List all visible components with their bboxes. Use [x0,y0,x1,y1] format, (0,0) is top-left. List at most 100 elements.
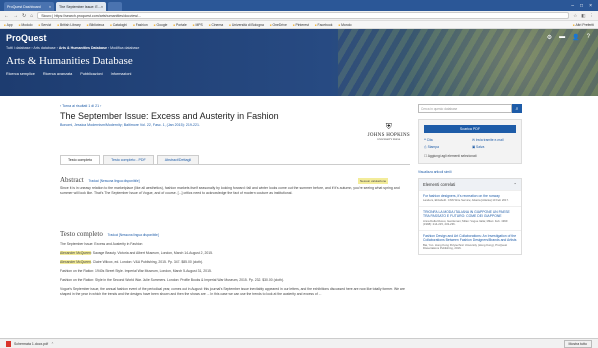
bookmark-item[interactable]: Mondo [338,23,351,27]
bookmark-item[interactable]: Fashion [133,23,148,27]
back-to-results-link[interactable]: ‹ Torna ai risultati 1 di 21 › [60,104,410,108]
bookmark-item[interactable]: Portale [173,23,187,27]
close-icon[interactable]: × [49,5,51,9]
bookmark-item[interactable]: Biblioteca [87,23,104,27]
folder-icon[interactable]: ▬ [559,34,565,41]
bookmark-item[interactable]: App [4,23,13,27]
bookmark-item[interactable]: OneDrive [270,23,287,27]
tab-label: ProQuest Dashboard [7,4,41,9]
add-to-selected-checkbox[interactable]: ☐ Aggiungi agli elementi selezionati [424,154,516,158]
bookmark-item[interactable]: Cinema [209,23,223,27]
bookmark-item[interactable]: Cataloghi [110,23,127,27]
right-sidebar: Cerca in questo database ⌕ Scarica PDF ❝… [418,104,522,255]
bookmark-item[interactable]: Facebook [315,23,333,27]
related-item: For fashion designers, it's recreation o… [419,190,521,206]
article-header: ‹ Torna ai risultati 1 di 21 › The Septe… [60,104,410,141]
highlighted-term: Alexander McQueen [60,260,91,264]
nav-about[interactable]: Informazioni [111,72,132,76]
related-item-title[interactable]: Fashion Design and Art Collaborations: A… [423,234,517,243]
download-pdf-button[interactable]: Scarica PDF [424,125,516,133]
proquest-logo[interactable]: ProQuest [6,33,47,43]
full-text-line: Alexander McQueen: Savage Beauty. Victor… [60,251,213,255]
window-controls: – □ × [571,3,598,11]
full-text-heading: Testo completo Traduci [Nessuna lingua d… [60,230,159,238]
print-button[interactable]: ⎙ Stampa [424,145,468,149]
nav-advanced-search[interactable]: Ricerca avanzata [43,72,72,76]
rating-badge[interactable]: Nessun valutazione [358,178,389,184]
other-bookmarks[interactable]: Altri Preferiti [573,23,594,27]
bookmark-item[interactable]: British Library [57,23,81,27]
search-icon[interactable]: ⌕ [512,104,522,113]
minimize-icon[interactable]: – [571,3,574,9]
tab-full-text-pdf[interactable]: Testo completo - PDF [103,155,154,164]
bookmark-item[interactable]: MPS [193,23,202,27]
database-search: Cerca in questo database ⌕ [418,104,522,113]
email-button[interactable]: ✉ Invia tramite e-mail [472,138,516,142]
breadcrumb-current: Arts & Humanities Database [58,46,107,50]
similar-articles-link[interactable]: Visualizza articoli simili [418,170,522,174]
related-item-title[interactable]: TRIONFA LA MODA ITALIANA IN GIAPPONE UN … [423,210,517,219]
browser-tab-1[interactable]: ProQuest Dashboard × [4,2,54,11]
bookmark-item[interactable]: Pinterest [293,23,309,27]
abstract-heading: Abstract Traduci [Nessuna lingua disponi… [60,176,140,184]
star-icon[interactable]: ☆ [573,13,577,19]
search-nav: Ricerca semplice Ricerca avanzata Pubbli… [6,72,131,76]
extension-icon[interactable]: ◧ [581,13,585,19]
reload-icon[interactable]: ↻ [22,13,26,19]
search-input[interactable]: Cerca in questo database [418,104,512,113]
browser-tabbar: ProQuest Dashboard × The September Issue:… [0,0,598,11]
close-icon[interactable]: × [101,5,103,9]
download-bar: Schermata 1.docx.pdf ⌃ Mostra tutto [0,338,598,348]
article-byline[interactable]: Bonomi, Jessica Modernism/Modernity; Bal… [60,123,410,127]
forward-icon[interactable]: → [13,13,18,19]
related-items-header[interactable]: Elementi correlati ⌃ [419,179,521,190]
bookmark-item[interactable]: Università di Bologna [229,23,264,27]
maximize-icon[interactable]: □ [580,3,583,9]
database-title: Arts & Humanities Database [6,55,133,67]
show-all-downloads-button[interactable]: Mostra tutto [563,339,592,348]
menu-icon[interactable]: ⋮ [590,13,595,19]
close-window-icon[interactable]: × [589,3,592,9]
publisher-sub: UNIVERSITY PRESS [377,138,401,141]
bookmark-item[interactable]: Google [154,23,167,27]
download-filename: Schermata 1.docx.pdf [14,341,49,346]
related-heading: Elementi correlati [423,182,456,187]
cite-button[interactable]: ❝ Cita [424,138,468,142]
url-field[interactable]: Sicuro | https://search.proquest.com/art… [37,12,570,19]
nav-publications[interactable]: Pubblicazioni [80,72,102,76]
translate-abstract-link[interactable]: Traduci [Nessuna lingua disponibile] [88,179,139,183]
breadcrumb-links[interactable]: Tutti i database › Arts database › [6,46,58,50]
action-links: ❝ Cita ✉ Invia tramite e-mail ⎙ Stampa ▣… [424,138,516,149]
bookmark-item[interactable]: Modulo [19,23,32,27]
download-item[interactable]: Schermata 1.docx.pdf ⌃ [6,340,54,347]
tab-abstract-details[interactable]: Abstract/Dettagli [156,155,200,164]
publisher-logo: ⛨ JOHNS HOPKINS UNIVERSITY PRESS [368,122,410,141]
nav-basic-search[interactable]: Ricerca semplice [6,72,35,76]
user-icon[interactable]: 👤 [572,34,579,41]
new-tab-button[interactable] [108,2,122,11]
save-button[interactable]: ▣ Salva [472,145,516,149]
tab-full-text[interactable]: Testo completo [60,155,101,164]
chevron-up-icon[interactable]: ⌃ [51,342,54,346]
bookmarks-bar: App Modulo Servizi British Library Bibli… [0,21,598,29]
help-icon[interactable]: ? [587,34,590,41]
translate-full-text-link[interactable]: Traduci [Nessuna lingua disponibile] [108,233,159,237]
back-icon[interactable]: ← [4,13,9,19]
document-tabs: Testo completo Testo completo - PDF Abst… [60,155,200,164]
full-text-line: Fashion on the Ration: 1940s Street Styl… [60,269,212,273]
full-text-line: Alexander McQueen. Claire Wilcox, ed. Lo… [60,260,204,264]
address-bar: ← → ↻ ⌂ Sicuro | https://search.proquest… [0,11,598,21]
header-icons: ⚙ ▬ 👤 ? [547,34,590,41]
breadcrumb-modify[interactable]: › Modifica database [108,46,139,50]
settings-icon[interactable]: ⚙ [547,34,552,41]
related-item-meta: Bai, Yun. Hong Kong Polytechnic Universi… [423,242,508,251]
article-title: The September Issue: Excess and Austerit… [60,111,279,121]
shield-icon: ⛨ [385,122,392,131]
tab-label: The September Issue: E... [59,4,101,9]
document-actions-box: Scarica PDF ❝ Cita ✉ Invia tramite e-mai… [418,119,522,164]
full-text-line: The September Issue: Excess and Austerit… [60,242,143,246]
browser-tab-2[interactable]: The September Issue: E... × [56,2,106,11]
home-icon[interactable]: ⌂ [30,13,33,19]
chevron-up-icon[interactable]: ⌃ [513,182,517,187]
bookmark-item[interactable]: Servizi [38,23,51,27]
